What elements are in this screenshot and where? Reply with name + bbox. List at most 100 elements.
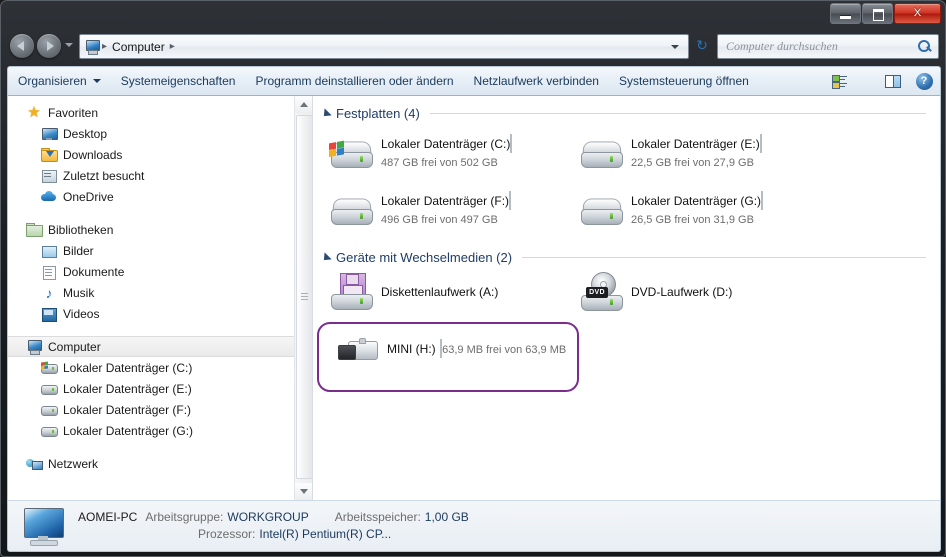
downloads-folder-icon <box>41 147 58 163</box>
collapse-triangle-icon[interactable] <box>320 251 332 264</box>
sidebar-item-zuletzt-besucht[interactable]: Zuletzt besucht <box>8 165 294 186</box>
navigation-row: ▸ Computer ▸ ↻ Computer durchsuchen <box>1 28 945 64</box>
drive-item-g[interactable]: Lokaler Datenträger (G:) 26,5 GB frei vo… <box>577 184 827 236</box>
sidebar-item-label: Lokaler Datenträger (F:) <box>63 402 192 417</box>
sidebar-item-downloads[interactable]: Downloads <box>8 144 294 165</box>
sidebar-item-netzwerk[interactable]: Netzwerk <box>8 453 294 474</box>
memory-value: 1,00 GB <box>424 510 469 524</box>
close-button[interactable]: X <box>894 3 941 24</box>
map-network-drive-button[interactable]: Netzlaufwerk verbinden <box>464 70 609 92</box>
sidebar-item-label: Favoriten <box>48 105 99 120</box>
close-icon: X <box>913 7 922 19</box>
scroll-down-button[interactable] <box>295 483 312 500</box>
drive-free-space: 26,5 GB frei von 31,9 GB <box>631 214 754 226</box>
drive-item-d[interactable]: DVD DVD-Laufwerk (D:) <box>577 269 827 315</box>
chevron-up-icon <box>299 102 308 107</box>
chevron-down-icon <box>92 79 101 83</box>
sidebar-item-bibliotheken[interactable]: Bibliotheken <box>8 219 294 240</box>
group-title: Geräte mit Wechselmedien (2) <box>336 250 513 265</box>
processor-label: Prozessor: <box>198 527 256 541</box>
breadcrumb-item-computer[interactable]: Computer <box>109 40 168 54</box>
drive-icon <box>41 423 58 439</box>
sidebar-item-label: Desktop <box>63 126 108 141</box>
windows-drive-icon <box>41 360 58 376</box>
sidebar-item-drive-e[interactable]: Lokaler Datenträger (E:) <box>8 378 294 399</box>
drive-grid-wechselmedien: Diskettenlaufwerk (A:) DVD DVD-Laufwerk … <box>313 269 940 380</box>
system-properties-button[interactable]: Systemeigenschaften <box>111 70 246 92</box>
sidebar-item-drive-c[interactable]: Lokaler Datenträger (C:) <box>8 357 294 378</box>
search-box[interactable]: Computer durchsuchen <box>717 34 939 59</box>
explorer-window: X ▸ Computer ▸ ↻ Computer durchsuchen Or… <box>0 0 946 557</box>
sidebar-item-favoriten[interactable]: ★ Favoriten <box>8 102 294 123</box>
memory-label: Arbeitsspeicher: <box>334 510 421 524</box>
navigation-tree: ★ Favoriten Desktop Downloads Zuletzt be… <box>8 96 294 474</box>
sidebar-item-label: Zuletzt besucht <box>63 168 145 183</box>
minimize-button[interactable] <box>830 3 861 24</box>
uninstall-program-button[interactable]: Programm deinstallieren oder ändern <box>245 70 463 92</box>
navigation-pane-scrollbar[interactable] <box>294 96 313 500</box>
network-icon <box>26 456 43 472</box>
scroll-up-button[interactable] <box>295 96 312 113</box>
status-line-secondary: Prozessor: Intel(R) Pentium(R) CP... <box>78 526 495 543</box>
drive-item-e[interactable]: Lokaler Datenträger (E:) 22,5 GB frei vo… <box>577 127 827 179</box>
drive-item-f[interactable]: Lokaler Datenträger (F:) 496 GB frei von… <box>327 184 577 236</box>
group-header-festplatten[interactable]: Festplatten (4) <box>320 106 926 121</box>
drive-free-space: 63,9 MB frei von 63,9 MB <box>442 344 567 356</box>
capacity-bar <box>759 134 762 153</box>
scrollbar-thumb[interactable] <box>296 115 313 479</box>
view-options-button[interactable] <box>826 70 852 92</box>
sidebar-item-bilder[interactable]: Bilder <box>8 240 294 261</box>
content-pane[interactable]: Festplatten (4) Lokaler Datenträger (C:)… <box>312 96 940 500</box>
sidebar-item-label: Lokaler Datenträger (E:) <box>63 381 192 396</box>
open-control-panel-button[interactable]: Systemsteuerung öffnen <box>609 70 759 92</box>
body-area: ★ Favoriten Desktop Downloads Zuletzt be… <box>7 96 941 500</box>
help-button[interactable]: ? <box>908 70 940 92</box>
onedrive-cloud-icon <box>41 189 57 205</box>
sidebar-item-label: Lokaler Datenträger (C:) <box>63 360 193 375</box>
history-dropdown-icon[interactable] <box>65 43 73 47</box>
breadcrumb-separator-trailing[interactable]: ▸ <box>168 41 177 52</box>
forward-arrow-icon <box>47 41 54 51</box>
forward-button[interactable] <box>37 34 61 58</box>
restore-button[interactable] <box>862 3 893 24</box>
collapse-triangle-icon[interactable] <box>320 107 332 120</box>
sidebar-item-dokumente[interactable]: Dokumente <box>8 261 294 282</box>
address-dropdown-icon[interactable] <box>671 44 679 49</box>
group-title: Festplatten (4) <box>336 106 420 121</box>
usb-drive-icon <box>333 327 381 371</box>
sidebar-item-computer[interactable]: Computer <box>8 336 294 357</box>
view-options-dropdown-button[interactable] <box>852 70 878 92</box>
command-toolbar: Organisieren Systemeigenschaften Program… <box>7 66 941 96</box>
drive-item-h[interactable]: MINI (H:) 63,9 MB frei von 63,9 MB <box>333 323 583 375</box>
drive-item-a[interactable]: Diskettenlaufwerk (A:) <box>327 269 577 315</box>
sidebar-item-videos[interactable]: Videos <box>8 303 294 324</box>
status-text-block: AOMEI-PC Arbeitsgruppe: WORKGROUP Arbeit… <box>78 509 495 543</box>
organize-button[interactable]: Organisieren <box>8 70 111 92</box>
sidebar-item-drive-f[interactable]: Lokaler Datenträger (F:) <box>8 399 294 420</box>
sidebar-item-onedrive[interactable]: OneDrive <box>8 186 294 207</box>
sidebar-item-label: Bibliotheken <box>48 222 114 237</box>
pictures-icon <box>41 243 57 259</box>
search-input[interactable]: Computer durchsuchen <box>718 39 916 54</box>
status-line-primary: AOMEI-PC Arbeitsgruppe: WORKGROUP Arbeit… <box>78 509 495 526</box>
restore-icon <box>873 9 884 21</box>
back-button[interactable] <box>10 34 34 58</box>
minimize-icon <box>840 16 851 19</box>
sidebar-item-drive-g[interactable]: Lokaler Datenträger (G:) <box>8 420 294 441</box>
workgroup-label: Arbeitsgruppe: <box>145 510 224 524</box>
refresh-button[interactable]: ↻ <box>691 34 713 57</box>
back-arrow-icon <box>17 41 24 51</box>
drive-name: Diskettenlaufwerk (A:) <box>381 285 499 299</box>
sidebar-item-musik[interactable]: ♪ Musik <box>8 282 294 303</box>
capacity-bar <box>509 191 512 210</box>
sidebar-item-label: Downloads <box>63 147 123 162</box>
group-header-wechselmedien[interactable]: Geräte mit Wechselmedien (2) <box>320 250 926 265</box>
drive-free-space: 496 GB frei von 497 GB <box>381 214 498 226</box>
sidebar-item-desktop[interactable]: Desktop <box>8 123 294 144</box>
address-bar[interactable]: ▸ Computer ▸ <box>79 34 689 59</box>
preview-pane-button[interactable] <box>878 70 908 92</box>
computer-icon <box>84 39 100 55</box>
drive-item-c[interactable]: Lokaler Datenträger (C:) 487 GB frei von… <box>327 127 577 179</box>
drive-name: MINI (H:) <box>387 342 436 356</box>
